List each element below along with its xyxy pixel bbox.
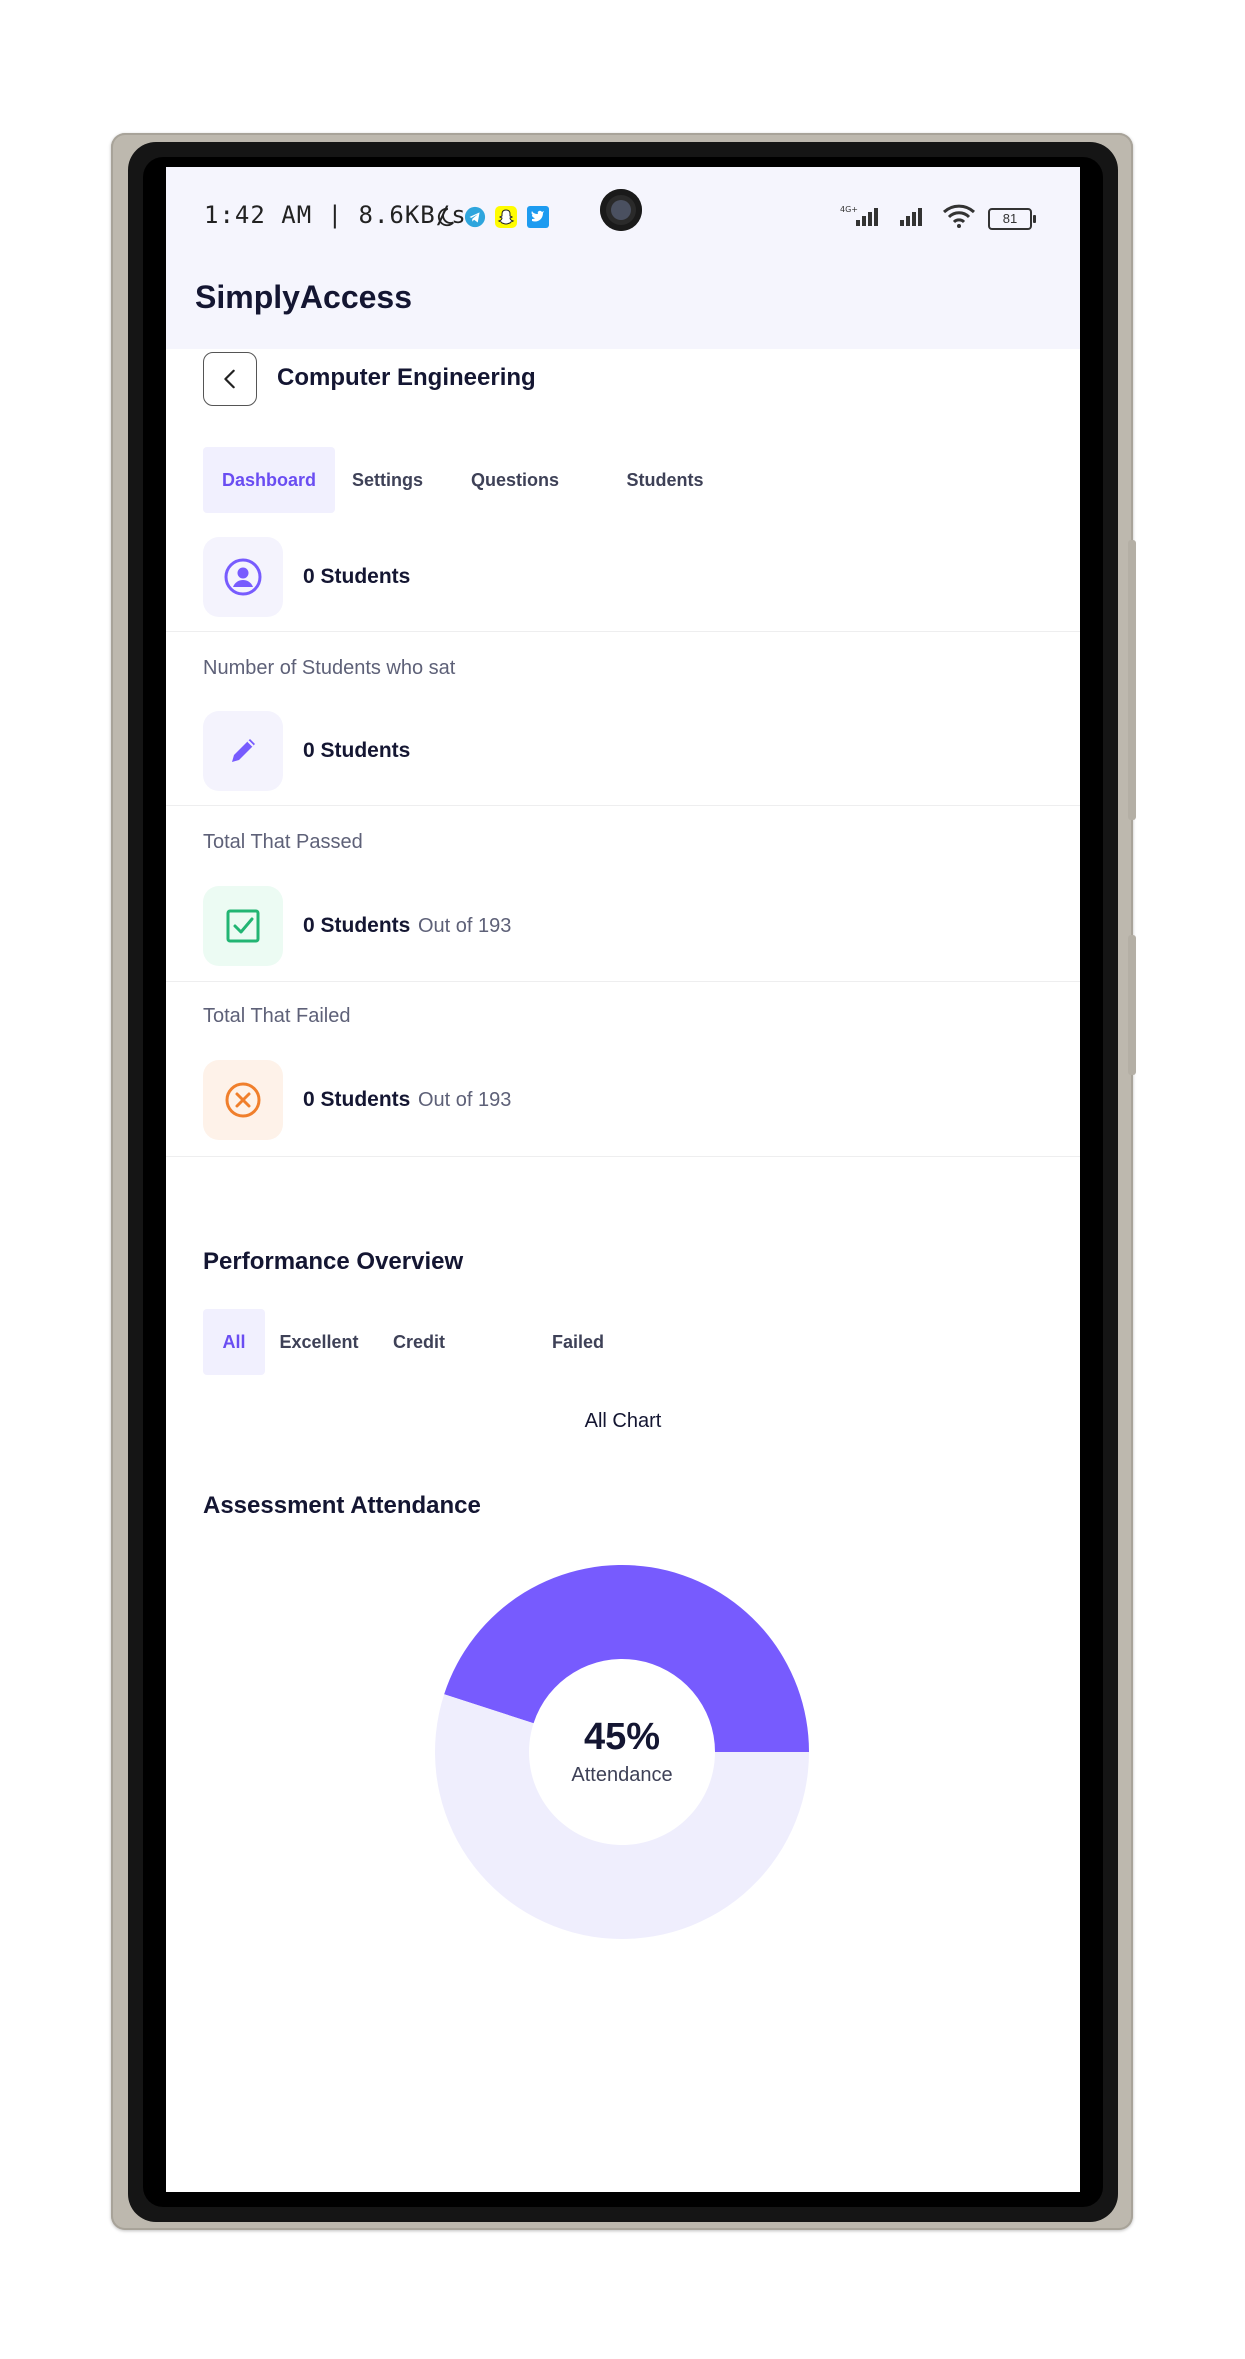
- signal-2-icon: [898, 204, 930, 233]
- snapchat-icon: [494, 205, 518, 234]
- stat-sat-label: Number of Students who sat: [203, 657, 456, 679]
- donut-label: Attendance: [571, 1764, 673, 1787]
- x-circle-icon: [225, 1082, 261, 1118]
- stat-students: 0 Students: [166, 537, 1080, 632]
- tab-excellent[interactable]: Excellent: [265, 1309, 373, 1375]
- stat-passed-label: Total That Passed: [203, 831, 363, 853]
- stat-failed-value: 0 Students: [303, 1088, 411, 1111]
- donut-center: 45% Attendance: [434, 1564, 810, 1940]
- attendance-donut-chart: 45% Attendance: [434, 1564, 810, 1940]
- app-bar: 1:42 AM | 8.6KB/s 4G+ 81 SimplyAccess: [166, 167, 1080, 349]
- telegram-icon: [464, 206, 486, 233]
- chart-caption: All Chart: [584, 1410, 662, 1432]
- stat-passed-total: Out of 193: [418, 915, 512, 937]
- tab-settings[interactable]: Settings: [335, 447, 440, 513]
- donut-value: 45%: [583, 1715, 661, 1758]
- stat-failed-label: Total That Failed: [203, 1005, 351, 1027]
- attendance-title: Assessment Attendance: [203, 1492, 481, 1519]
- twitter-icon: [526, 205, 550, 234]
- tab-questions[interactable]: Questions: [440, 447, 590, 513]
- page-title: Computer Engineering: [277, 364, 536, 391]
- signal-icon: 4G+: [840, 204, 886, 233]
- status-time: 1:42 AM | 8.6KB/s: [204, 201, 467, 229]
- power-button: [1128, 935, 1136, 1075]
- volume-button: [1128, 540, 1136, 820]
- pencil-icon: [232, 739, 255, 762]
- stat-failed-icon-box: [203, 1060, 283, 1140]
- svg-text:4G+: 4G+: [840, 205, 858, 214]
- stat-failed: Total That Failed 0 Students Out of 193: [166, 982, 1080, 1157]
- stat-passed-icon-box: [203, 886, 283, 966]
- tab-failed[interactable]: Failed: [548, 1309, 608, 1375]
- performance-title: Performance Overview: [203, 1248, 464, 1275]
- screen: 1:42 AM | 8.6KB/s 4G+ 81 SimplyAccess Co…: [166, 167, 1080, 2192]
- stat-failed-total: Out of 193: [418, 1089, 512, 1111]
- stat-passed-value: 0 Students: [303, 914, 411, 937]
- stat-sat-value: 0 Students: [303, 739, 411, 762]
- front-camera: [600, 189, 642, 231]
- app-title: SimplyAccess: [195, 279, 413, 315]
- moon-icon: [434, 206, 456, 233]
- tab-dashboard[interactable]: Dashboard: [203, 447, 335, 513]
- stat-sat: Number of Students who sat 0 Students: [166, 633, 1080, 806]
- stat-sat-icon-box: [203, 711, 283, 791]
- check-square-icon: [226, 909, 260, 943]
- tab-all[interactable]: All: [203, 1309, 265, 1375]
- wifi-icon: [942, 203, 976, 234]
- battery-icon: 81: [988, 207, 1036, 230]
- tab-students[interactable]: Students: [590, 447, 740, 513]
- tab-bar: Dashboard Settings Questions Students: [203, 447, 740, 513]
- chevron-left-icon: [224, 369, 235, 389]
- tab-credit[interactable]: Credit: [373, 1309, 548, 1375]
- stat-students-value: 0 Students: [303, 565, 411, 588]
- stat-passed: Total That Passed 0 Students Out of 193: [166, 807, 1080, 982]
- stat-students-icon-box: [203, 537, 283, 617]
- user-circle-icon: [224, 558, 262, 596]
- battery-level: 81: [1002, 211, 1018, 226]
- performance-tab-bar: All Excellent Credit Failed: [203, 1309, 608, 1375]
- back-button[interactable]: [203, 352, 257, 406]
